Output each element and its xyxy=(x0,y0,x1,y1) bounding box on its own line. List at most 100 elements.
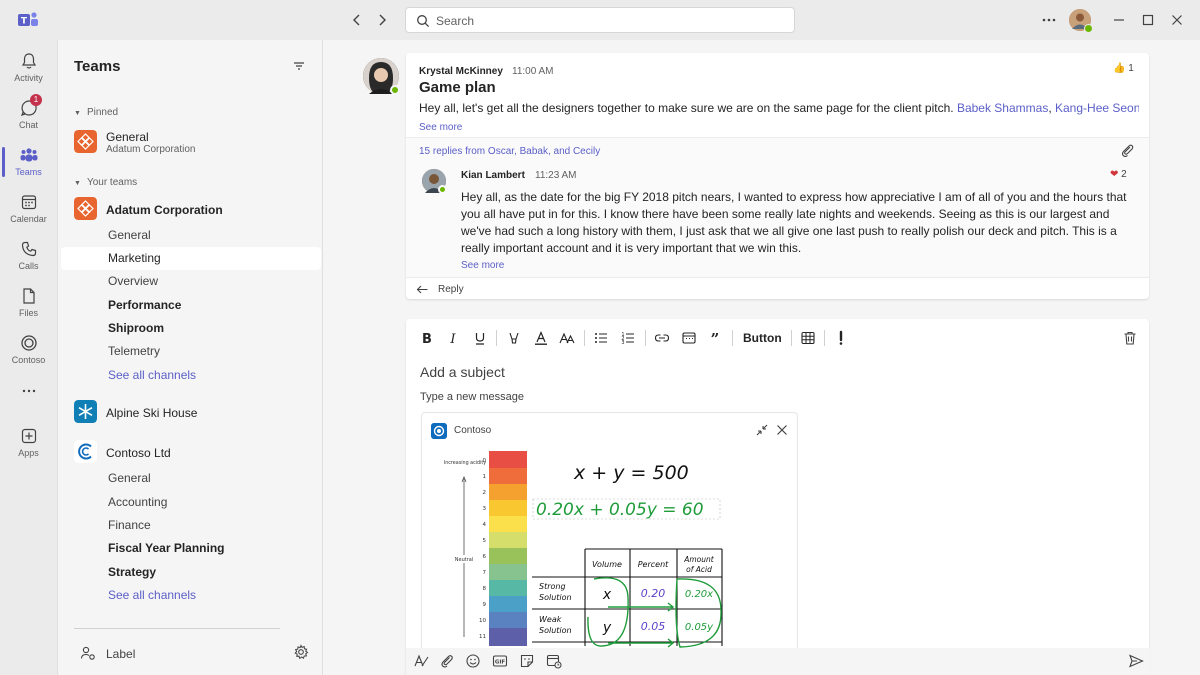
highlight-icon[interactable] xyxy=(506,330,522,346)
important-icon[interactable] xyxy=(833,330,849,346)
channel-marketing[interactable]: Marketing xyxy=(61,247,321,270)
channel-general[interactable]: General xyxy=(61,467,321,490)
schedule-meeting-icon[interactable] xyxy=(546,653,562,669)
gif-icon[interactable]: GIF xyxy=(492,653,508,669)
pinned-section-header[interactable]: ▼ Pinned xyxy=(74,107,118,118)
rail-calls[interactable]: Calls xyxy=(0,233,57,279)
back-arrow-icon[interactable] xyxy=(348,11,366,29)
see-more-link[interactable]: See more xyxy=(419,122,462,133)
heart-reaction[interactable]: ❤ 2 xyxy=(1110,169,1127,180)
rail-activity[interactable]: Activity xyxy=(0,45,57,91)
post-author: Krystal McKinney xyxy=(419,66,503,77)
rail-teams[interactable]: Teams xyxy=(0,139,57,185)
collapse-icon[interactable] xyxy=(755,423,769,437)
calendar-icon xyxy=(21,195,36,210)
rail-contoso[interactable]: Contoso xyxy=(0,327,57,373)
cell-percent-2: 0.05 xyxy=(641,620,666,633)
svg-text:B: B xyxy=(422,332,432,346)
forward-arrow-icon[interactable] xyxy=(373,11,391,29)
channel-telemetry[interactable]: Telemetry xyxy=(61,340,321,363)
channel-performance[interactable]: Performance xyxy=(61,294,321,317)
like-reaction[interactable]: 👍 1 xyxy=(1113,63,1134,74)
quote-icon[interactable]: ” xyxy=(707,330,723,346)
replies-link[interactable]: 15 replies from Oscar, Babak, and Cecily xyxy=(419,146,600,157)
attach-icon[interactable] xyxy=(439,653,455,669)
rail-label: Calendar xyxy=(10,214,47,224)
team-contoso-ltd[interactable]: Contoso Ltd xyxy=(74,440,318,466)
channel-overview[interactable]: Overview xyxy=(61,270,321,293)
mention-separator: , xyxy=(1048,101,1055,115)
post-text: Hey all, let's get all the designers tog… xyxy=(419,101,954,115)
close-window-icon[interactable] xyxy=(1167,10,1187,30)
subject-input[interactable]: Add a subject xyxy=(420,364,505,380)
sticker-icon[interactable] xyxy=(519,653,535,669)
rail-files[interactable]: Files xyxy=(0,280,57,326)
trash-icon[interactable] xyxy=(1122,330,1138,346)
your-teams-section-header[interactable]: ▼ Your teams xyxy=(74,177,137,188)
row-label-strong: Strong xyxy=(539,582,566,591)
profile-avatar[interactable] xyxy=(1069,9,1093,33)
cell-percent-1: 0.20 xyxy=(641,587,666,600)
channel-shiproom[interactable]: Shiproom xyxy=(61,317,321,340)
label-text: Label xyxy=(106,647,136,661)
underline-icon[interactable] xyxy=(472,330,488,346)
teams-logo-icon: T xyxy=(18,12,38,27)
label-button[interactable]: Label xyxy=(80,643,310,663)
rail-calendar[interactable]: Calendar xyxy=(0,186,57,232)
see-all-channels-link[interactable]: See all channels xyxy=(61,364,321,387)
message-input[interactable]: Type a new message xyxy=(420,391,524,403)
reply-button[interactable]: Reply xyxy=(406,277,1149,299)
minimize-icon[interactable] xyxy=(1109,10,1129,30)
send-icon[interactable] xyxy=(1128,653,1144,669)
channel-main: Krystal McKinney 11:00 AM 👍 1 Game plan … xyxy=(323,40,1200,675)
mention-kang-hee[interactable]: Kang-Hee Seong xyxy=(1055,101,1139,115)
equation-2: 0.20x + 0.05y = 60 xyxy=(536,500,704,520)
chevron-down-icon: ▼ xyxy=(74,110,81,117)
ph-number: 2 xyxy=(483,490,487,496)
team-alpine-ski-house[interactable]: Alpine Ski House xyxy=(74,400,318,426)
more-options-icon[interactable] xyxy=(1039,10,1059,30)
post-body: Hey all, let's get all the designers tog… xyxy=(419,101,1139,115)
channel-general[interactable]: General xyxy=(61,224,321,247)
pinned-general[interactable]: General Adatum Corporation xyxy=(74,130,318,158)
font-color-icon[interactable] xyxy=(533,330,549,346)
emoji-icon[interactable] xyxy=(465,653,481,669)
channel-finance[interactable]: Finance xyxy=(61,514,321,537)
channel-fiscal-year-planning[interactable]: Fiscal Year Planning xyxy=(61,537,321,560)
close-icon[interactable] xyxy=(775,423,789,437)
filter-icon[interactable] xyxy=(292,59,306,73)
team-adatum[interactable]: Adatum Corporation xyxy=(74,197,318,223)
rail-chat[interactable]: 1 Chat xyxy=(0,92,57,138)
see-all-channels-link[interactable]: See all channels xyxy=(61,584,321,607)
grid-icon[interactable] xyxy=(800,330,816,346)
channel-accounting[interactable]: Accounting xyxy=(61,491,321,514)
table-insert-icon[interactable] xyxy=(681,330,697,346)
channel-strategy[interactable]: Strategy xyxy=(61,561,321,584)
adatum-logo-icon xyxy=(74,197,97,220)
cell-amount-2: 0.05y xyxy=(685,622,714,633)
gear-icon[interactable] xyxy=(293,644,309,660)
format-icon[interactable] xyxy=(413,653,429,669)
numbered-list-icon[interactable]: 123 xyxy=(620,330,636,346)
cell-x: x xyxy=(602,587,612,603)
rail-apps[interactable]: Apps xyxy=(0,420,57,466)
teams-icon xyxy=(20,148,37,162)
see-more-link[interactable]: See more xyxy=(461,260,504,271)
bold-icon[interactable]: B xyxy=(419,330,435,346)
italic-icon[interactable]: I xyxy=(445,330,461,346)
loop-component-card[interactable]: Contoso 0 1 2 3 4 5 6 7 8 9 10 11 Increa… xyxy=(421,412,798,675)
compose-box: B I 123 ” Button Add a subject Type a ne… xyxy=(406,319,1149,675)
rail-more[interactable] xyxy=(0,375,57,405)
toolbar-button[interactable]: Button xyxy=(743,331,782,345)
bulleted-list-icon[interactable] xyxy=(593,330,609,346)
cell-amount-1: 0.20x xyxy=(685,589,713,600)
paperclip-icon[interactable] xyxy=(1120,143,1135,158)
maximize-icon[interactable] xyxy=(1138,10,1158,30)
search-box[interactable]: Search xyxy=(405,7,795,33)
link-icon[interactable] xyxy=(654,330,670,346)
rail-label: Chat xyxy=(18,120,38,130)
mention-babek[interactable]: Babek Shammas xyxy=(957,101,1048,115)
font-size-icon[interactable] xyxy=(559,330,575,346)
reply-author-avatar[interactable] xyxy=(422,169,447,194)
author-avatar[interactable] xyxy=(363,58,400,95)
